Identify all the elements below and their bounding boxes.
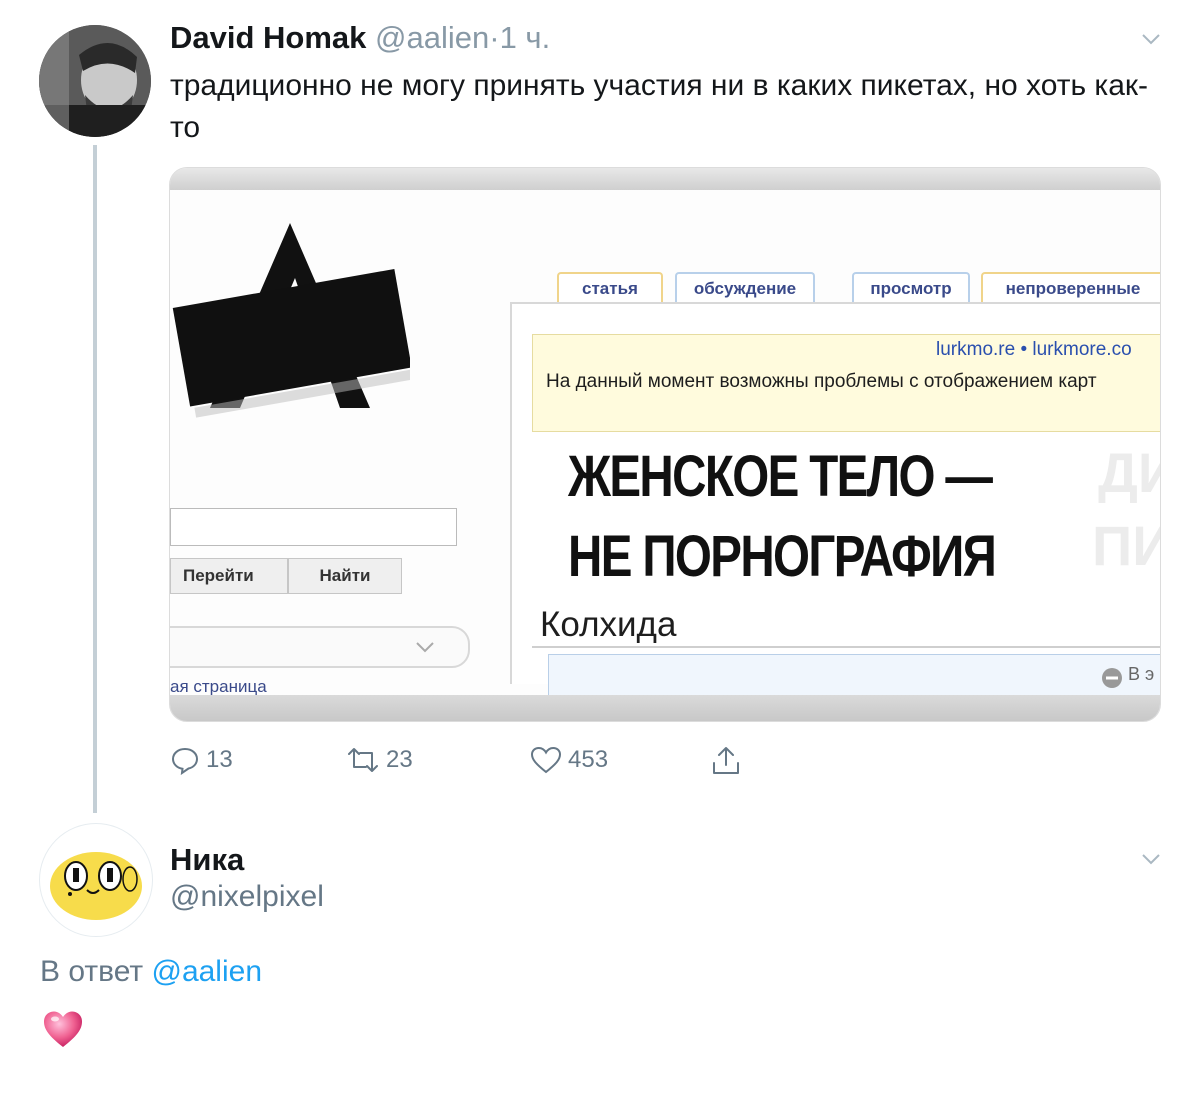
separator-dot: · [489, 20, 500, 55]
search-input [170, 508, 457, 546]
retweet-button[interactable]: 23 [346, 740, 413, 780]
tweet-header: David Homak @aalien·1 ч. [170, 20, 550, 56]
like-count: 453 [568, 746, 609, 773]
notice-links: lurkmo.re • lurkmore.co [936, 339, 1132, 360]
info-box-label: В э [1128, 664, 1155, 684]
ghost-text-1: ДИ [1098, 441, 1160, 504]
tab-view: просмотр [852, 272, 970, 304]
tab-article: статья [557, 272, 663, 304]
tab-unverified: непроверенные [981, 272, 1160, 304]
media-top-border [170, 168, 1160, 190]
thread-connector [93, 145, 97, 813]
reply-author-name[interactable]: Ника [170, 842, 244, 878]
reply-icon [171, 747, 199, 775]
side-link: ая страница [170, 677, 267, 696]
tweet-media-image[interactable]: статья обсуждение просмотр непроверенные… [169, 167, 1161, 722]
minus-circle-icon [1102, 668, 1122, 688]
headline-line-1: ЖЕНСКОЕ ТЕЛО — [568, 444, 993, 509]
reply-mention-link[interactable]: @aalien [151, 955, 262, 988]
chevron-down-icon[interactable] [1140, 848, 1162, 870]
share-icon [713, 747, 739, 774]
headline-line-2: НЕ ПОРНОГРАФИЯ [568, 524, 997, 589]
find-button: Найти [288, 558, 402, 594]
cartoon-face-image [50, 852, 142, 920]
author-avatar[interactable] [39, 25, 151, 137]
select-dropdown [170, 626, 470, 668]
reply-prefix: В ответ [40, 955, 144, 988]
go-button: Перейти [170, 558, 288, 594]
replying-to: В ответ @aalien [40, 955, 262, 989]
reply-author-handle[interactable]: @nixelpixel [170, 880, 324, 914]
portrait-image [39, 25, 151, 137]
tweet-text: традиционно не могу принять участия ни в… [170, 69, 1149, 144]
site-logo [172, 223, 410, 418]
author-name[interactable]: David Homak [170, 20, 366, 55]
notice-text: На данный момент возможны проблемы с ото… [546, 371, 1097, 392]
heart-emoji [44, 1011, 82, 1047]
tab-discussion: обсуждение [675, 272, 815, 304]
section-title: Колхида [540, 605, 677, 644]
chevron-down-icon[interactable] [1140, 28, 1162, 50]
author-handle[interactable]: @aalien [375, 20, 489, 55]
reply-author-avatar[interactable] [39, 823, 153, 937]
ghost-text-2: ПИЗ [1092, 514, 1160, 577]
tweet-time[interactable]: 1 ч. [500, 20, 551, 55]
reply-button[interactable]: 13 [170, 740, 233, 780]
like-button[interactable]: 453 [530, 740, 608, 780]
retweet-count: 23 [386, 746, 413, 773]
reply-count: 13 [206, 746, 233, 773]
media-bottom-border [170, 695, 1160, 721]
chevron-down-icon [416, 642, 434, 653]
heart-outline-icon [530, 746, 562, 774]
section-divider [532, 646, 1160, 648]
share-button[interactable] [710, 740, 748, 780]
retweet-icon [348, 748, 378, 772]
